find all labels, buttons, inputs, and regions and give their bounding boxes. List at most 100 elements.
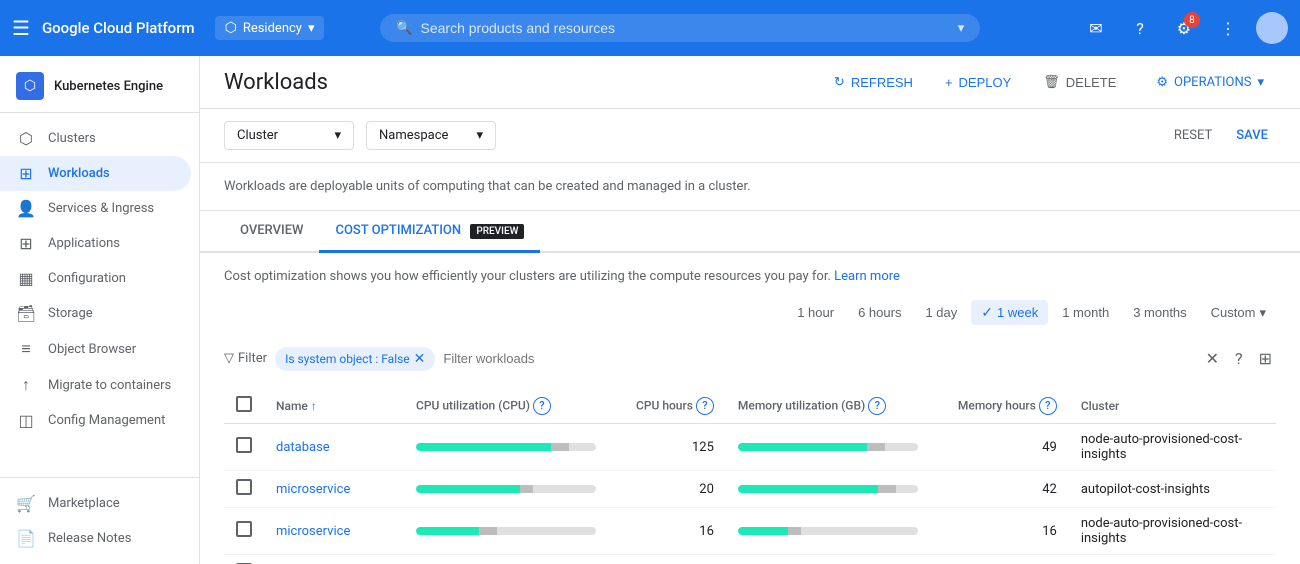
- cluster-chevron-icon: ▾: [334, 128, 341, 143]
- refresh-icon: ↻: [834, 74, 845, 90]
- column-settings-icon[interactable]: ⊞: [1255, 345, 1276, 372]
- time-1d-button[interactable]: 1 day: [915, 301, 967, 324]
- cpu-util-help-icon[interactable]: ?: [533, 397, 551, 415]
- sidebar-label-services: Services & Ingress: [48, 201, 154, 216]
- sidebar-item-workloads[interactable]: ⊞ Workloads: [0, 156, 191, 191]
- hamburger-icon[interactable]: ☰: [12, 16, 30, 40]
- row-mem-util-1: [726, 471, 946, 508]
- preview-badge: PREVIEW: [470, 224, 524, 239]
- sidebar-label-object-browser: Object Browser: [48, 342, 136, 357]
- delete-button[interactable]: 🗑 DELETE: [1031, 68, 1128, 96]
- cluster-dropdown[interactable]: Cluster ▾: [224, 121, 354, 150]
- tab-overview[interactable]: OVERVIEW: [224, 211, 319, 253]
- table-body: database 125 49 node-auto-provisioned-co…: [224, 424, 1276, 564]
- namespace-dropdown[interactable]: Namespace ▾: [366, 121, 496, 150]
- mem-hours-help-icon[interactable]: ?: [1039, 397, 1057, 415]
- sidebar-item-services[interactable]: 👤 Services & Ingress: [0, 191, 191, 226]
- filter-chip-system-object[interactable]: Is system object : False ✕: [275, 347, 435, 371]
- time-6h-button[interactable]: 6 hours: [848, 301, 911, 324]
- table-header: Name ↑ CPU utilization (CPU) ? CPU hours…: [224, 388, 1276, 424]
- save-button[interactable]: SAVE: [1228, 122, 1276, 149]
- clear-filter-icon[interactable]: ✕: [1202, 345, 1223, 372]
- reset-button[interactable]: RESET: [1166, 122, 1220, 149]
- sidebar-item-configuration[interactable]: ▦ Configuration: [0, 261, 191, 296]
- migrate-icon: ↑: [16, 375, 36, 395]
- sidebar-label-clusters: Clusters: [48, 131, 96, 146]
- marketplace-icon: 🛒: [16, 494, 36, 513]
- cpu-hours-help-icon[interactable]: ?: [696, 397, 714, 415]
- operations-icon: ⚙: [1156, 75, 1168, 90]
- header-mem-util: Memory utilization (GB) ?: [726, 388, 946, 424]
- avatar[interactable]: [1256, 12, 1288, 44]
- row-mem-hours-3: 168: [946, 555, 1069, 564]
- services-icon: 👤: [16, 199, 36, 218]
- checkmark-icon: ✓: [981, 304, 993, 321]
- deploy-button[interactable]: + DEPLOY: [933, 69, 1023, 96]
- tab-cost-optimization[interactable]: COST OPTIMIZATION PREVIEW: [319, 211, 540, 253]
- select-all-checkbox[interactable]: [236, 396, 252, 412]
- more-icon[interactable]: ⋮: [1212, 12, 1244, 44]
- sidebar-nav: ⬡ Clusters ⊞ Workloads 👤 Services & Ingr…: [0, 113, 199, 477]
- cost-opt-section: Cost optimization shows you how efficien…: [200, 253, 1300, 564]
- row-name-2[interactable]: microservice: [264, 508, 404, 555]
- filter-workloads-input[interactable]: [443, 351, 1193, 366]
- sidebar-item-applications[interactable]: ⊞ Applications: [0, 226, 191, 261]
- time-1h-button[interactable]: 1 hour: [787, 301, 844, 324]
- custom-chevron-icon: ▾: [1259, 305, 1266, 321]
- sidebar-item-config-mgmt[interactable]: ◫ Config Management: [0, 403, 191, 438]
- sidebar-item-marketplace[interactable]: 🛒 Marketplace: [0, 486, 191, 521]
- sidebar-item-object-browser[interactable]: ≡ Object Browser: [0, 331, 191, 367]
- filter-icon: ▽: [224, 351, 234, 366]
- email-icon[interactable]: ✉: [1080, 12, 1112, 44]
- row-checkbox-1[interactable]: [236, 479, 252, 495]
- header-checkbox-cell: [224, 388, 264, 424]
- row-mem-util-2: [726, 508, 946, 555]
- time-1w-button[interactable]: ✓ 1 week: [971, 300, 1048, 325]
- learn-more-link[interactable]: Learn more: [834, 269, 900, 284]
- header-cpu-util: CPU utilization (CPU) ?: [404, 388, 624, 424]
- sidebar-bottom: 🛒 Marketplace 📄 Release Notes: [0, 477, 199, 564]
- sidebar-item-clusters[interactable]: ⬡ Clusters: [0, 121, 191, 156]
- project-selector[interactable]: ⬡ Residency ▾: [215, 16, 325, 40]
- search-bar[interactable]: 🔍 ▾: [380, 14, 980, 42]
- row-mem-hours-2: 16: [946, 508, 1069, 555]
- filter-help-icon[interactable]: ?: [1231, 345, 1247, 372]
- sidebar-item-migrate[interactable]: ↑ Migrate to containers: [0, 367, 191, 403]
- row-checkbox-2[interactable]: [236, 521, 252, 537]
- search-input[interactable]: [421, 20, 950, 36]
- help-icon[interactable]: ?: [1124, 12, 1156, 44]
- time-range-selector: 1 hour 6 hours 1 day ✓ 1 week 1 month 3 …: [224, 300, 1276, 325]
- deploy-icon: +: [945, 75, 953, 90]
- row-cluster-1: autopilot-cost-insights: [1069, 471, 1276, 508]
- search-icon: 🔍: [396, 21, 412, 36]
- row-cluster-3: autopilot-cost-insights: [1069, 555, 1276, 564]
- sort-name-icon[interactable]: ↑: [311, 399, 317, 413]
- row-checkbox-cell: [224, 508, 264, 555]
- mem-util-help-icon[interactable]: ?: [868, 397, 886, 415]
- time-3mo-button[interactable]: 3 months: [1123, 301, 1196, 324]
- workloads-table: Name ↑ CPU utilization (CPU) ? CPU hours…: [224, 388, 1276, 564]
- row-cluster-2: node-auto-provisioned-cost-insights: [1069, 508, 1276, 555]
- top-nav: ☰ Google Cloud Platform ⬡ Residency ▾ 🔍 …: [0, 0, 1300, 56]
- row-name-3[interactable]: static-web-1: [264, 555, 404, 564]
- namespace-chevron-icon: ▾: [476, 128, 483, 143]
- time-custom-button[interactable]: Custom ▾: [1201, 301, 1276, 325]
- row-checkbox-0[interactable]: [236, 437, 252, 453]
- time-1mo-button[interactable]: 1 month: [1052, 301, 1119, 324]
- filter-chip-close-icon[interactable]: ✕: [414, 351, 426, 367]
- notification-badge: 8: [1184, 12, 1200, 28]
- row-name-1[interactable]: microservice: [264, 471, 404, 508]
- configuration-icon: ▦: [16, 269, 36, 288]
- row-mem-hours-0: 49: [946, 424, 1069, 471]
- refresh-button[interactable]: ↻ REFRESH: [822, 68, 925, 96]
- row-cluster-0: node-auto-provisioned-cost-insights: [1069, 424, 1276, 471]
- sidebar-item-release-notes[interactable]: 📄 Release Notes: [0, 521, 191, 556]
- applications-icon: ⊞: [16, 234, 36, 253]
- sidebar-label-marketplace: Marketplace: [48, 496, 120, 511]
- row-checkbox-cell: [224, 471, 264, 508]
- notification-icon[interactable]: ⚙ 8: [1168, 12, 1200, 44]
- row-name-0[interactable]: database: [264, 424, 404, 471]
- sidebar-item-storage[interactable]: 🗃 Storage: [0, 296, 191, 331]
- table-row: database 125 49 node-auto-provisioned-co…: [224, 424, 1276, 471]
- operations-button[interactable]: ⚙ OPERATIONS ▾: [1144, 69, 1276, 96]
